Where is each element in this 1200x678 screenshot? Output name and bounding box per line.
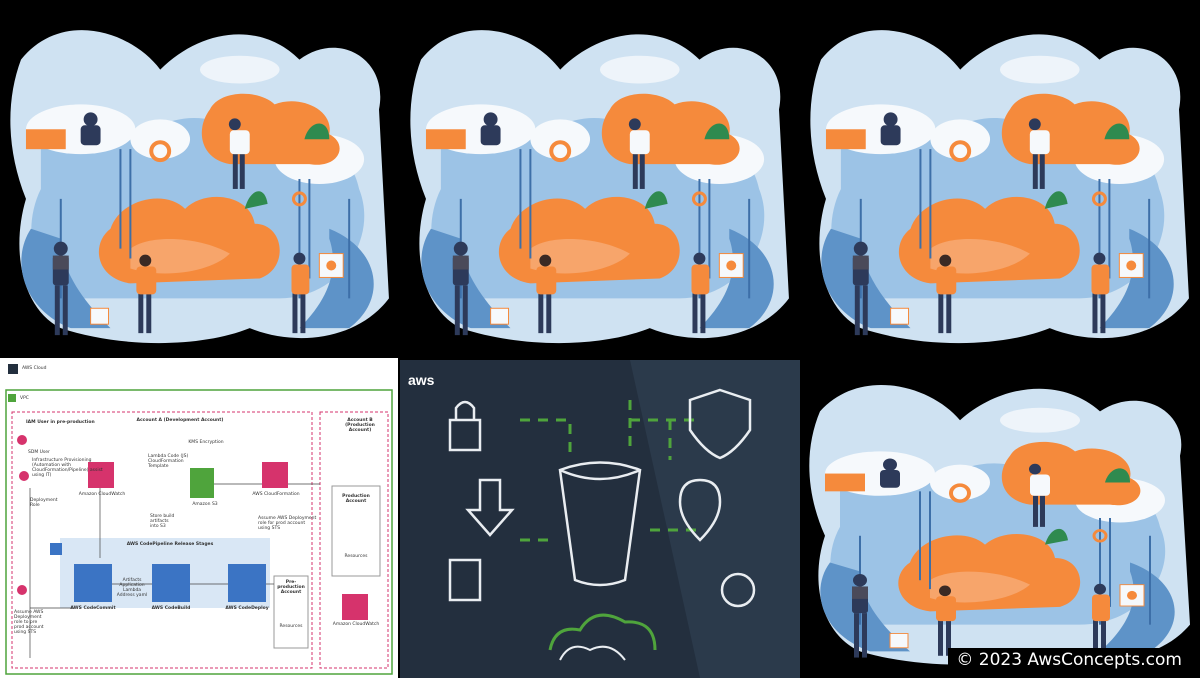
diagram-lines (5, 364, 393, 675)
kms-label: KMS Encryption (188, 440, 224, 445)
step3-label: Assume AWS Deployment role for prod acco… (258, 516, 317, 531)
architecture-diagram: AWS Cloud VPC IAM User in pre-production… (0, 358, 398, 678)
sdm-user-label: SDM User (28, 450, 50, 455)
vpc-label: VPC (20, 396, 29, 401)
aws-icons (448, 360, 800, 678)
step4-label: Assume AWS Deployment role to pre prod a… (14, 610, 44, 635)
resources-b-label: Resources (279, 624, 303, 629)
copyright-watermark: © 2023 AwsConcepts.com (948, 648, 1190, 672)
cloudwatch-b-label: Amazon CloudWatch (332, 622, 380, 627)
codecommit-label: AWS CodeCommit (70, 606, 116, 611)
illustration-tile-2 (400, 0, 800, 358)
step2-label: Store build artifacts into S3 (150, 514, 175, 529)
step1-label: Infrastructure Provisioning (Automation … (32, 458, 103, 478)
resources-a-label: Resources (344, 554, 368, 559)
bucket-icon (558, 461, 642, 587)
cloudformation-label: AWS CloudFormation (252, 492, 300, 497)
prod-account-label: Account B (Production Account) (345, 418, 375, 433)
illustration-tile-3 (800, 0, 1200, 358)
s3-label: Amazon S3 (192, 502, 218, 507)
codedeploy-label: AWS CodeDeploy (225, 606, 269, 611)
deployment-role-label: Deployment Role (30, 498, 58, 508)
preprod-label: Pre- production Account (277, 580, 305, 595)
artifacts-label: Artifacts Application Lambda Address yam… (116, 578, 148, 598)
cloud-illustration (800, 358, 1200, 678)
lock-icon (448, 400, 482, 452)
cloud-illustration (0, 0, 400, 358)
cloud-icon (548, 613, 657, 651)
illustration-tile-4 (800, 358, 1200, 678)
iam-user-label: IAM User in pre-production (26, 420, 95, 425)
cloud-illustration (400, 0, 800, 358)
frame-icon (448, 558, 482, 602)
cloud-illustration (800, 0, 1200, 358)
cloudwatch-a-label: Amazon CloudWatch (78, 492, 126, 497)
aws-icon-panel: aws (400, 360, 800, 678)
lambda-label: Lambda Code (JS) CloudFormation Template (148, 454, 189, 469)
production-box-label: Production Account (342, 494, 370, 504)
dollar-icon (465, 478, 515, 537)
cloud-label: AWS Cloud (22, 366, 47, 371)
dev-account-label: Account A (Development Account) (136, 418, 224, 423)
codebuild-label: AWS CodeBuild (151, 606, 191, 611)
illustration-tile-1 (0, 0, 400, 358)
pipeline-label: AWS CodePipeline Release Stages (126, 542, 214, 547)
